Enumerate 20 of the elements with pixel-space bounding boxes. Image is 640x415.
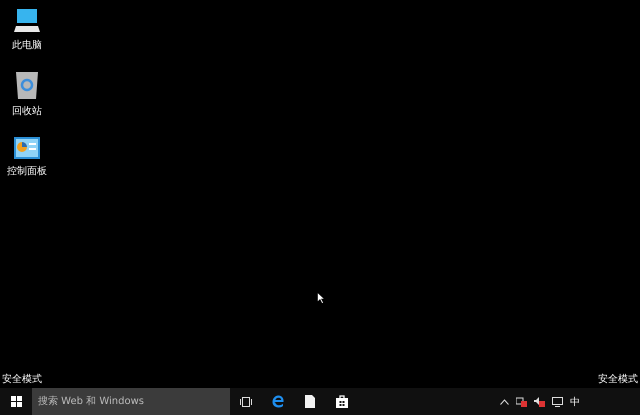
computer-icon[interactable]	[13, 8, 41, 34]
network-error-icon[interactable]	[516, 396, 527, 406]
monitor-icon[interactable]	[552, 396, 563, 406]
desktop-icon-label[interactable]: 回收站	[12, 104, 42, 118]
chevron-up-icon[interactable]	[500, 398, 509, 404]
task-view-icon	[240, 396, 252, 406]
input-method-indicator[interactable]: 中	[570, 394, 580, 408]
desktop-icon-label[interactable]: 控制面板	[7, 164, 47, 178]
safe-mode-label: 安全模式	[2, 372, 42, 386]
desktop-icon-label[interactable]: 此电脑	[12, 38, 42, 52]
control-panel-icon[interactable]	[13, 136, 41, 160]
search-field[interactable]: 搜索 Web 和 Windows	[32, 388, 230, 415]
edge-logo-icon	[272, 395, 284, 408]
speaker-error-icon[interactable]	[534, 396, 545, 406]
safe-mode-label: 安全模式	[598, 372, 638, 386]
shopping-bag-icon	[336, 395, 348, 408]
recycle-bin-icon[interactable]	[15, 70, 39, 100]
mouse-cursor-icon	[317, 292, 325, 304]
windows-logo-icon	[10, 396, 22, 407]
file-icon	[305, 395, 315, 408]
